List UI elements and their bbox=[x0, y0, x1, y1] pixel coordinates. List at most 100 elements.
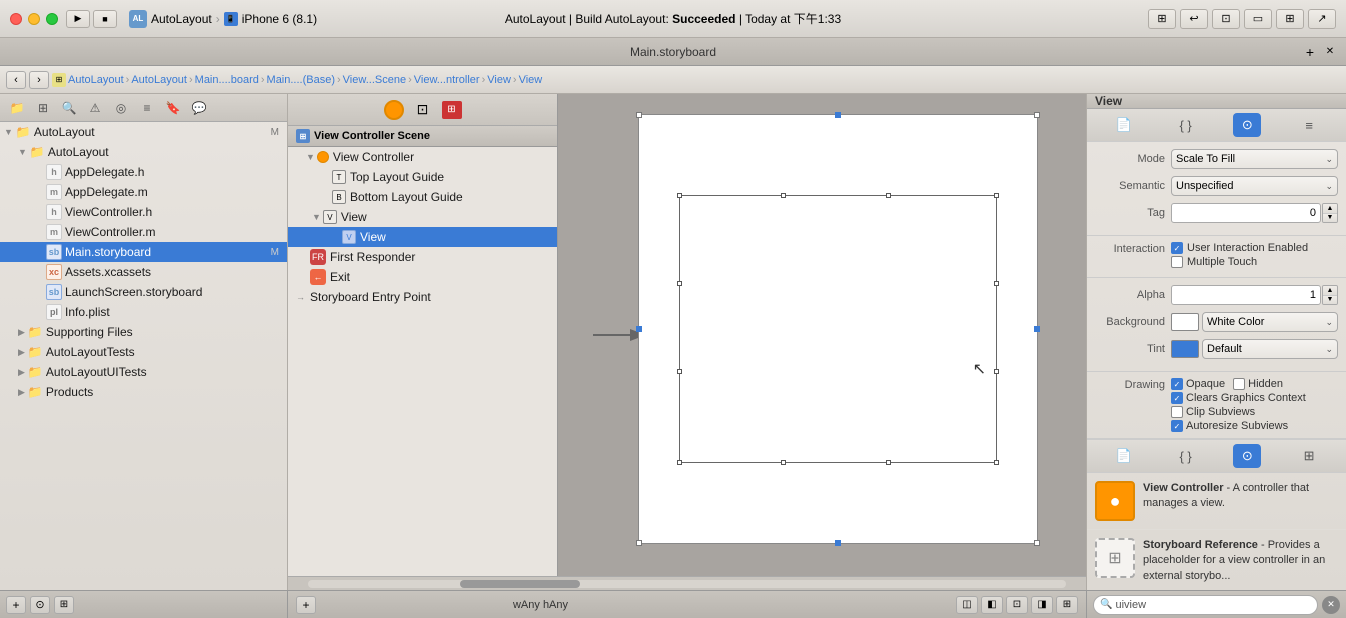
breadcrumb-item-1[interactable]: AutoLayout bbox=[68, 74, 124, 86]
wany-hany-btn-2[interactable]: ◧ bbox=[981, 596, 1003, 614]
background-select[interactable]: White Color ⌄ bbox=[1202, 312, 1338, 332]
folder-icon-btn[interactable]: 📁 bbox=[6, 98, 28, 118]
tree-item-launchscreen[interactable]: sb LaunchScreen.storyboard bbox=[0, 282, 287, 302]
breadcrumb-item-7[interactable]: View bbox=[487, 74, 511, 86]
grid-icon-btn[interactable]: ⊞ bbox=[32, 98, 54, 118]
breadcrumb-item-3[interactable]: Main....board bbox=[195, 74, 259, 86]
user-interaction-checkbox[interactable]: ✓ bbox=[1171, 242, 1183, 254]
scene-item-exit[interactable]: ← Exit bbox=[288, 267, 557, 287]
inspector-tab-identity[interactable]: ⊙ bbox=[1233, 113, 1261, 137]
tint-swatch[interactable] bbox=[1171, 340, 1199, 358]
alpha-input[interactable]: 1 bbox=[1171, 285, 1321, 305]
wany-hany-btn-1[interactable]: ◫ bbox=[956, 596, 978, 614]
add-file-button[interactable]: + bbox=[6, 596, 26, 614]
sec-tab-2[interactable]: { } bbox=[1172, 444, 1200, 468]
sec-tab-3[interactable]: ⊙ bbox=[1233, 444, 1261, 468]
autoresize-checkbox[interactable]: ✓ bbox=[1171, 420, 1183, 432]
orange-circle-btn[interactable] bbox=[384, 100, 404, 120]
tree-item-viewcontroller-m[interactable]: m ViewController.m bbox=[0, 222, 287, 242]
scroll-thumb-h[interactable] bbox=[460, 580, 580, 588]
inspector-toggle[interactable]: ⊡ bbox=[1212, 9, 1240, 29]
canvas-main[interactable]: ↖ bbox=[558, 94, 1086, 576]
history-button[interactable]: ⊙ bbox=[30, 596, 50, 614]
red-square-btn[interactable]: ⊞ bbox=[442, 101, 462, 119]
close-button[interactable] bbox=[10, 13, 22, 25]
opaque-checkbox[interactable]: ✓ bbox=[1171, 378, 1183, 390]
clear-search-button[interactable]: ✕ bbox=[1322, 596, 1340, 614]
canvas-content[interactable]: ⊡ ⊞ ⊞ View Controller Scene ▼ bbox=[288, 94, 1086, 576]
sec-tab-1[interactable]: 📄 bbox=[1110, 444, 1138, 468]
cube-btn[interactable]: ⊡ bbox=[412, 99, 434, 121]
tree-item-products[interactable]: ▶ 📁 Products bbox=[0, 382, 287, 402]
close-tab-button[interactable]: ✕ bbox=[1322, 44, 1338, 60]
search-icon-btn[interactable]: 🔍 bbox=[58, 98, 80, 118]
scene-item-toplayout[interactable]: T Top Layout Guide bbox=[288, 167, 557, 187]
library-button[interactable]: ↩ bbox=[1180, 9, 1208, 29]
minimize-button[interactable] bbox=[28, 13, 40, 25]
scene-item-bottomlayout[interactable]: B Bottom Layout Guide bbox=[288, 187, 557, 207]
visual-section: Alpha 1 ▲ ▼ Background White Color ⌄ Tin… bbox=[1087, 278, 1346, 372]
breadcrumb-item-6[interactable]: View...ntroller bbox=[414, 74, 480, 86]
tree-item-infoplist[interactable]: pl Info.plist bbox=[0, 302, 287, 322]
right-panel-header: View bbox=[1087, 94, 1346, 109]
breadcrumb-item-2[interactable]: AutoLayout bbox=[131, 74, 187, 86]
breadcrumb-item-5[interactable]: View...Scene bbox=[343, 74, 406, 86]
tint-select[interactable]: Default ⌄ bbox=[1202, 339, 1338, 359]
inner-view[interactable] bbox=[679, 195, 997, 463]
tree-item-appdelegate-h[interactable]: h AppDelegate.h bbox=[0, 162, 287, 182]
inspector-tab-quick-help[interactable]: { } bbox=[1172, 113, 1200, 137]
forward-button[interactable]: › bbox=[29, 71, 49, 89]
breadcrumb-item-4[interactable]: Main....(Base) bbox=[267, 74, 335, 86]
warning-icon-btn[interactable]: ⚠ bbox=[84, 98, 106, 118]
tree-item-assets[interactable]: xc Assets.xcassets bbox=[0, 262, 287, 282]
canvas-scrollbar-h[interactable] bbox=[288, 576, 1086, 590]
maximize-button[interactable] bbox=[46, 13, 58, 25]
tree-item-appdelegate-m[interactable]: m AppDelegate.m bbox=[0, 182, 287, 202]
clip-subviews-checkbox[interactable] bbox=[1171, 406, 1183, 418]
tag-stepper[interactable]: ▲ ▼ bbox=[1322, 203, 1338, 223]
sidebar-toggle-right[interactable]: ⊞ bbox=[1276, 9, 1304, 29]
diff-icon-btn[interactable]: ◎ bbox=[110, 98, 132, 118]
chat-icon-btn[interactable]: 💬 bbox=[188, 98, 210, 118]
expand-button[interactable]: ↗ bbox=[1308, 9, 1336, 29]
multiple-touch-checkbox[interactable] bbox=[1171, 256, 1183, 268]
background-color-swatch[interactable] bbox=[1171, 313, 1199, 331]
play-button[interactable]: ▶ bbox=[66, 10, 90, 28]
semantic-select[interactable]: Unspecified ⌄ bbox=[1171, 176, 1338, 196]
add-constraint-button[interactable]: + bbox=[296, 596, 316, 614]
breadcrumb-item-8[interactable]: View bbox=[519, 74, 543, 86]
tree-item-autolayouttests[interactable]: ▶ 📁 AutoLayoutTests bbox=[0, 342, 287, 362]
hidden-checkbox[interactable] bbox=[1233, 378, 1245, 390]
stop-button[interactable]: ■ bbox=[93, 10, 117, 28]
tag-input[interactable]: 0 bbox=[1171, 203, 1321, 223]
history-icon-btn[interactable]: ≡ bbox=[136, 98, 158, 118]
scene-item-entrypoint[interactable]: → Storyboard Entry Point bbox=[288, 287, 557, 307]
tree-item-root[interactable]: ▼ 📁 AutoLayout M bbox=[0, 122, 287, 142]
scene-item-view-child[interactable]: V View bbox=[288, 227, 557, 247]
console-toggle[interactable]: ▭ bbox=[1244, 9, 1272, 29]
wany-hany-btn-4[interactable]: ◨ bbox=[1031, 596, 1053, 614]
add-tab-button[interactable]: + bbox=[1302, 44, 1318, 60]
wany-hany-btn-5[interactable]: ⊞ bbox=[1056, 596, 1078, 614]
scene-item-firstresponder[interactable]: FR First Responder bbox=[288, 247, 557, 267]
mode-select[interactable]: Scale To Fill ⌄ bbox=[1171, 149, 1338, 169]
wany-hany-btn-3[interactable]: ⊡ bbox=[1006, 596, 1028, 614]
scene-item-viewcontroller[interactable]: ▼ View Controller bbox=[288, 147, 557, 167]
back-button[interactable]: ‹ bbox=[6, 71, 26, 89]
tree-item-main-storyboard[interactable]: sb Main.storyboard M bbox=[0, 242, 287, 262]
tree-item-supporting[interactable]: ▶ 📁 Supporting Files bbox=[0, 322, 287, 342]
scene-item-view-parent[interactable]: ▼ V View bbox=[288, 207, 557, 227]
clears-graphics-checkbox[interactable]: ✓ bbox=[1171, 392, 1183, 404]
sec-tab-4[interactable]: ⊞ bbox=[1295, 444, 1323, 468]
inspector-tab-file[interactable]: 📄 bbox=[1110, 113, 1138, 137]
search-input[interactable]: 🔍 uiview bbox=[1093, 595, 1318, 615]
filter-button[interactable]: ⊞ bbox=[54, 596, 74, 614]
tree-item-viewcontroller-h[interactable]: h ViewController.h bbox=[0, 202, 287, 222]
sidebar-toggle-left[interactable]: ⊞ bbox=[1148, 9, 1176, 29]
inspector-tab-attributes[interactable]: ≡ bbox=[1295, 113, 1323, 137]
tree-item-autolayout[interactable]: ▼ 📁 AutoLayout bbox=[0, 142, 287, 162]
scroll-track-h bbox=[308, 580, 1066, 588]
bookmark-icon-btn[interactable]: 🔖 bbox=[162, 98, 184, 118]
tree-item-autolayoutuitests[interactable]: ▶ 📁 AutoLayoutUITests bbox=[0, 362, 287, 382]
alpha-stepper[interactable]: ▲ ▼ bbox=[1322, 285, 1338, 305]
